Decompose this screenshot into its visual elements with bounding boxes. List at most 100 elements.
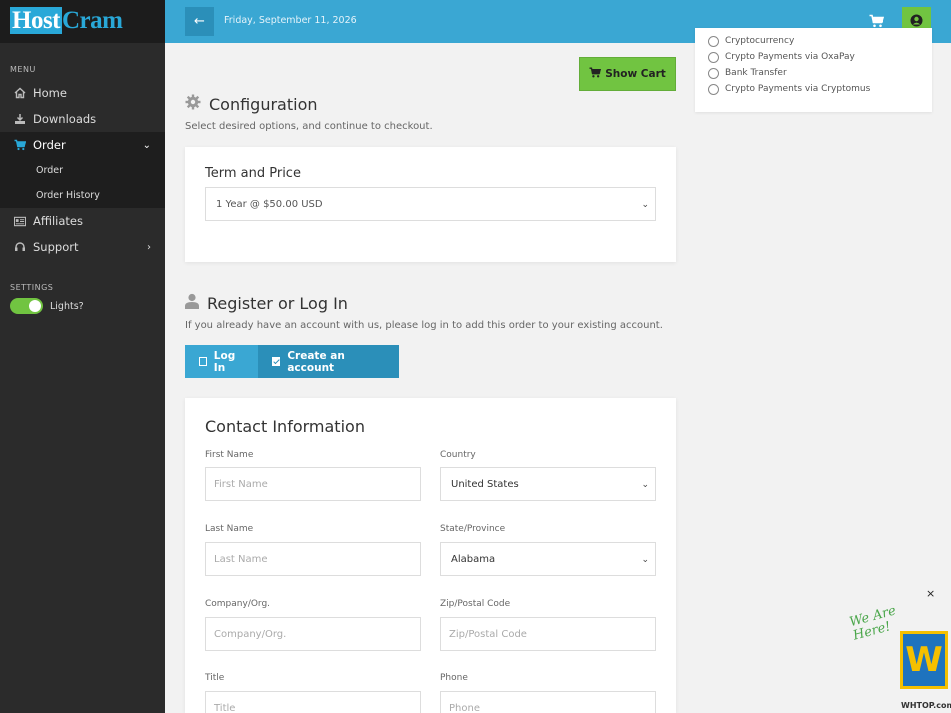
register-title: Register or Log In — [207, 293, 348, 313]
last-name-label: Last Name — [205, 524, 254, 534]
radio-button[interactable] — [708, 51, 719, 63]
lights-label: Lights? — [50, 300, 84, 312]
brand-cram: Cram — [62, 7, 123, 34]
show-cart-button[interactable]: Show Cart — [579, 57, 676, 91]
billing-cycle-value: 1 Year @ $50.00 USD — [216, 198, 323, 210]
payment-option-label: Cryptocurrency — [725, 36, 795, 46]
term-price-card: Term and Price 1 Year @ $50.00 USD ⌄ — [185, 147, 676, 262]
radio-button[interactable] — [708, 83, 719, 95]
chevron-right-icon: › — [147, 241, 151, 253]
payment-option[interactable]: Bank Transfer — [695, 65, 932, 81]
configuration-title: Configuration — [209, 94, 318, 114]
state-value: Alabama — [451, 553, 496, 565]
widget-tagline: We Are Here! — [848, 603, 901, 643]
sidebar-item-label: Order — [33, 138, 66, 152]
phone-label: Phone — [440, 673, 468, 683]
last-name-field[interactable]: Last Name — [205, 542, 421, 576]
state-select[interactable]: Alabama ⌄ — [440, 542, 656, 576]
sidebar: HostCram MENU Home Downloads Order ⌄ Ord… — [0, 0, 165, 713]
whtop-site-label: WHTOP.com — [901, 701, 951, 710]
sidebar-item-label: Support — [33, 240, 79, 254]
lights-toggle-row: Lights? — [0, 292, 165, 320]
configuration-subtitle: Select desired options, and continue to … — [185, 121, 433, 132]
last-name-placeholder: Last Name — [214, 553, 268, 565]
company-placeholder: Company/Org. — [214, 628, 287, 640]
login-label: Log In — [213, 349, 236, 374]
lights-toggle[interactable] — [10, 298, 43, 314]
sidebar-item-label: Downloads — [33, 112, 97, 126]
support-icon — [14, 241, 26, 253]
user-icon — [185, 293, 199, 313]
payment-option[interactable]: Crypto Payments via Cryptomus — [695, 81, 932, 97]
first-name-label: First Name — [205, 450, 254, 460]
sidebar-item-order[interactable]: Order ⌄ — [0, 132, 165, 158]
country-label: Country — [440, 450, 476, 460]
state-label: State/Province — [440, 524, 506, 534]
logo-area[interactable]: HostCram — [0, 0, 165, 43]
whtop-logo: W — [900, 631, 948, 689]
payment-option-label: Crypto Payments via Cryptomus — [725, 84, 871, 94]
back-button[interactable]: ← — [185, 7, 214, 36]
sidebar-item-label: Affiliates — [33, 214, 83, 228]
payment-option[interactable]: Cryptocurrency — [695, 33, 932, 49]
cart-icon — [589, 67, 602, 81]
phone-field[interactable]: Phone — [440, 691, 656, 713]
chevron-down-icon: ⌄ — [142, 139, 151, 151]
country-select[interactable]: United States ⌄ — [440, 467, 656, 501]
account-tabs: Log In Create an account — [185, 345, 399, 378]
zip-placeholder: Zip/Postal Code — [449, 628, 527, 640]
phone-placeholder: Phone — [449, 702, 480, 713]
company-label: Company/Org. — [205, 599, 271, 609]
current-date: Friday, September 11, 2026 — [224, 15, 357, 26]
create-account-tab-button[interactable]: Create an account — [258, 345, 399, 378]
order-submenu: Order Order History — [0, 158, 165, 208]
settings-section-label: SETTINGS — [10, 283, 54, 292]
brand-logo[interactable]: HostCram — [10, 7, 123, 34]
title-label: Title — [205, 673, 225, 683]
radio-button[interactable] — [708, 67, 719, 79]
create-account-label: Create an account — [287, 349, 345, 374]
sidebar-item-home[interactable]: Home — [0, 80, 165, 106]
cart-icon — [14, 139, 26, 151]
checkbox-empty-icon — [199, 357, 207, 366]
title-field[interactable]: Title — [205, 691, 421, 713]
radio-button[interactable] — [708, 35, 719, 47]
country-value: United States — [451, 478, 519, 490]
checkbox-checked-icon — [272, 357, 281, 366]
sidebar-item-support[interactable]: Support › — [0, 234, 165, 260]
login-tab-button[interactable]: Log In — [185, 345, 258, 378]
affiliates-icon — [14, 215, 26, 227]
register-heading: Register or Log In — [185, 293, 348, 313]
show-cart-label: Show Cart — [605, 68, 666, 80]
chevron-down-icon: ⌄ — [641, 200, 649, 210]
contact-info-card: Contact Information First Name First Nam… — [185, 398, 676, 713]
sidebar-subitem-order[interactable]: Order — [0, 158, 165, 183]
contact-title: Contact Information — [205, 417, 365, 436]
billing-cycle-select[interactable]: 1 Year @ $50.00 USD ⌄ — [205, 187, 656, 221]
payment-option-label: Bank Transfer — [725, 68, 787, 78]
company-field[interactable]: Company/Org. — [205, 617, 421, 651]
payment-option[interactable]: Crypto Payments via OxaPay — [695, 49, 932, 65]
payment-methods-panel: Cryptocurrency Crypto Payments via OxaPa… — [695, 28, 932, 112]
zip-label: Zip/Postal Code — [440, 599, 511, 609]
arrow-left-icon: ← — [194, 14, 205, 29]
menu-section-label: MENU — [10, 65, 36, 74]
sidebar-item-downloads[interactable]: Downloads — [0, 106, 165, 132]
first-name-field[interactable]: First Name — [205, 467, 421, 501]
configuration-heading: Configuration — [185, 94, 318, 114]
download-icon — [14, 113, 26, 125]
brand-host: Host — [10, 7, 62, 34]
register-subtitle: If you already have an account with us, … — [185, 320, 663, 331]
whtop-widget[interactable]: We Are Here! W WHTOP.com — [848, 598, 951, 713]
chevron-down-icon: ⌄ — [641, 480, 649, 490]
first-name-placeholder: First Name — [214, 478, 268, 490]
payment-option-label: Crypto Payments via OxaPay — [725, 52, 855, 62]
sidebar-subitem-order-history[interactable]: Order History — [0, 183, 165, 208]
chevron-down-icon: ⌄ — [641, 555, 649, 565]
term-price-title: Term and Price — [205, 166, 301, 181]
sidebar-item-affiliates[interactable]: Affiliates — [0, 208, 165, 234]
zip-field[interactable]: Zip/Postal Code — [440, 617, 656, 651]
sidebar-item-label: Home — [33, 86, 67, 100]
home-icon — [14, 87, 26, 99]
gear-icon — [185, 94, 201, 114]
